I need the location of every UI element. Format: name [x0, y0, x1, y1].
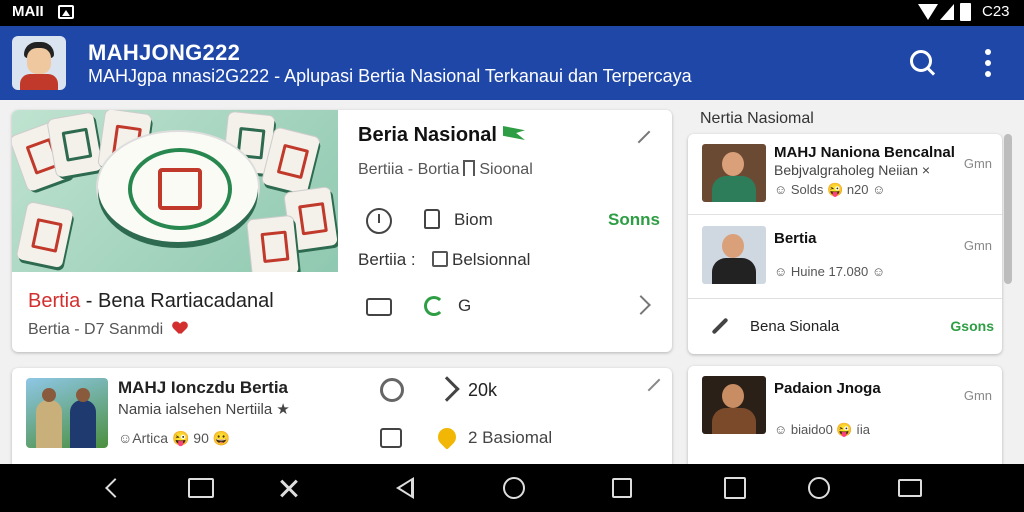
detail-heading: Beria Nasional [358, 124, 525, 147]
side-item-title: Bena Sionala [750, 318, 840, 335]
detail-row3-value: G [458, 296, 472, 315]
featured-title[interactable]: Bertia - Bena Rartiacadanal [28, 290, 274, 313]
image-notification-icon [58, 5, 74, 19]
heart-icon[interactable] [173, 322, 187, 335]
detail-row-category: Bertiia : Belsionnal [358, 244, 672, 280]
side-heading: Nertia Nasiomal [700, 110, 814, 127]
side-list-item[interactable]: Padaion Jnoga ☺ biaido0 😜 íia Gmn [688, 366, 1002, 456]
detail-row1-label: Biom [454, 210, 493, 229]
gavel-icon [711, 317, 729, 335]
edit-icon[interactable] [634, 128, 652, 146]
news-title: MAHJ Ionczdu Bertia [118, 378, 289, 397]
share-icon[interactable] [434, 376, 460, 402]
side-item-more[interactable]: Gmn [964, 238, 992, 253]
wifi-icon [918, 4, 938, 20]
detail-heading-text: Beria Nasional [358, 124, 497, 146]
detail-row1-value: Sonns [608, 210, 660, 229]
timer-nav-icon[interactable] [808, 477, 830, 499]
news-share-count: 20k [468, 380, 498, 400]
comment-icon [366, 298, 392, 316]
detail-subtitle-tag: Sioonal [479, 161, 533, 178]
detail-row2-value-wrap: Belsionnal [424, 250, 530, 270]
avatar[interactable] [12, 36, 66, 90]
side-thumbnail [702, 226, 766, 284]
news-list-item[interactable]: MAHJ Ionczdu Bertia Namia ialsehen Nerti… [12, 368, 672, 464]
side-item-title: MAHJ Naniona Bencalnal [774, 144, 955, 161]
side-item-meta: ☺ biaido0 😜 íia [774, 422, 870, 437]
side-list-item[interactable]: Bertia ☺ Huine 17.080 ☺ Gmn [688, 216, 1002, 296]
news-tags-row: 2 Basiomal [366, 424, 666, 456]
calendar-icon [432, 251, 448, 267]
pin-icon[interactable] [647, 378, 661, 392]
comment-box-icon [380, 428, 402, 448]
news-thumbnail [26, 378, 108, 448]
side-item-more[interactable]: Gmn [964, 388, 992, 403]
main-content: Bertia - Bena Rartiacadanal Bertia - D7 … [0, 100, 1024, 464]
thumbs-up-icon [424, 209, 440, 229]
nav-back-triangle-icon[interactable] [396, 477, 414, 499]
bookmark-icon[interactable] [463, 160, 476, 176]
search-icon[interactable] [906, 46, 940, 80]
side-item-title: Padaion Jnoga [774, 380, 881, 397]
news-stats-row: 20k [366, 376, 666, 408]
mahjong-hero-image [12, 110, 338, 272]
side-list-item[interactable]: MAHJ Naniona Bencalnal Bebjvalgraholeg N… [688, 134, 1002, 214]
side-thumbnail [702, 144, 766, 202]
chevron-right-icon[interactable] [631, 295, 651, 315]
app-title: MAHJONG222 [88, 40, 241, 65]
signal-icon [940, 4, 954, 20]
status-bar: MAII C23 [0, 0, 1024, 26]
home-icon[interactable] [503, 477, 525, 499]
cast-icon[interactable] [898, 479, 922, 497]
detail-row2-value: Belsionnal [452, 250, 531, 269]
side-news-list-2: Padaion Jnoga ☺ biaido0 😜 íia Gmn [688, 366, 1002, 464]
detail-row-timer[interactable]: Biom Sonns [358, 204, 672, 240]
timer-icon [366, 208, 392, 234]
featured-meta-text: Bertia - D7 Sanmdi [28, 321, 164, 338]
detail-row2-label: Bertiia : [358, 250, 416, 269]
featured-meta: Bertia - D7 Sanmdi [28, 321, 187, 339]
featured-title-rest: - Bena Rartiacadanal [80, 290, 274, 312]
window-icon[interactable] [724, 477, 746, 499]
detail-row-comments[interactable]: G [358, 290, 672, 326]
detail-subtitle: Bertiia - Bortia Sioonal [358, 160, 533, 179]
app-bar: MAHJONG222 MAHJgpa nnasi2G222 - Aplupasi… [0, 26, 1024, 100]
flag-icon [502, 126, 525, 140]
side-news-list: MAHJ Naniona Bencalnal Bebjvalgraholeg N… [688, 134, 1002, 354]
clock: C23 [982, 3, 1010, 20]
news-tag-label: 2 Basiomal [468, 428, 553, 447]
back-icon[interactable] [105, 478, 125, 498]
news-meta: ☺Artica 😜 90 😀 [118, 430, 231, 446]
side-list-item-compact[interactable]: Bena Sionala Gsons [688, 300, 1002, 352]
screenshot-icon[interactable] [276, 476, 302, 500]
battery-icon [960, 3, 971, 21]
system-nav-bar [0, 464, 1024, 512]
side-thumbnail [702, 376, 766, 434]
side-item-subtitle: Bebjvalgraholeg Neiian × [774, 162, 931, 178]
featured-news-card[interactable]: Bertia - Bena Rartiacadanal Bertia - D7 … [12, 110, 672, 352]
recents-icon[interactable] [188, 478, 214, 498]
news-subtitle: Namia ialsehen Nertiila ★ [118, 401, 290, 418]
refresh-icon [424, 296, 444, 316]
app-subtitle: MAHJgpa nnasi2G222 - Aplupasi Bertia Nas… [88, 66, 692, 86]
gold-heart-icon[interactable] [434, 424, 460, 450]
more-options-icon[interactable] [978, 46, 998, 80]
detail-subtitle-text: Bertiia - Bortia [358, 161, 460, 178]
carrier-label: MAII [12, 3, 44, 20]
scrollbar[interactable] [1004, 134, 1012, 284]
side-item-meta: ☺ Huine 17.080 ☺ [774, 264, 886, 279]
side-item-value: Gsons [950, 318, 994, 334]
views-icon [380, 378, 404, 402]
overview-icon[interactable] [612, 478, 632, 498]
featured-detail-panel: Beria Nasional Bertiia - Bortia Sioonal B… [358, 110, 672, 352]
side-item-more[interactable]: Gmn [964, 156, 992, 171]
side-item-meta: ☺ Solds 😜 n20 ☺ [774, 182, 886, 197]
featured-title-highlight: Bertia [28, 290, 81, 312]
side-item-title: Bertia [774, 230, 817, 247]
